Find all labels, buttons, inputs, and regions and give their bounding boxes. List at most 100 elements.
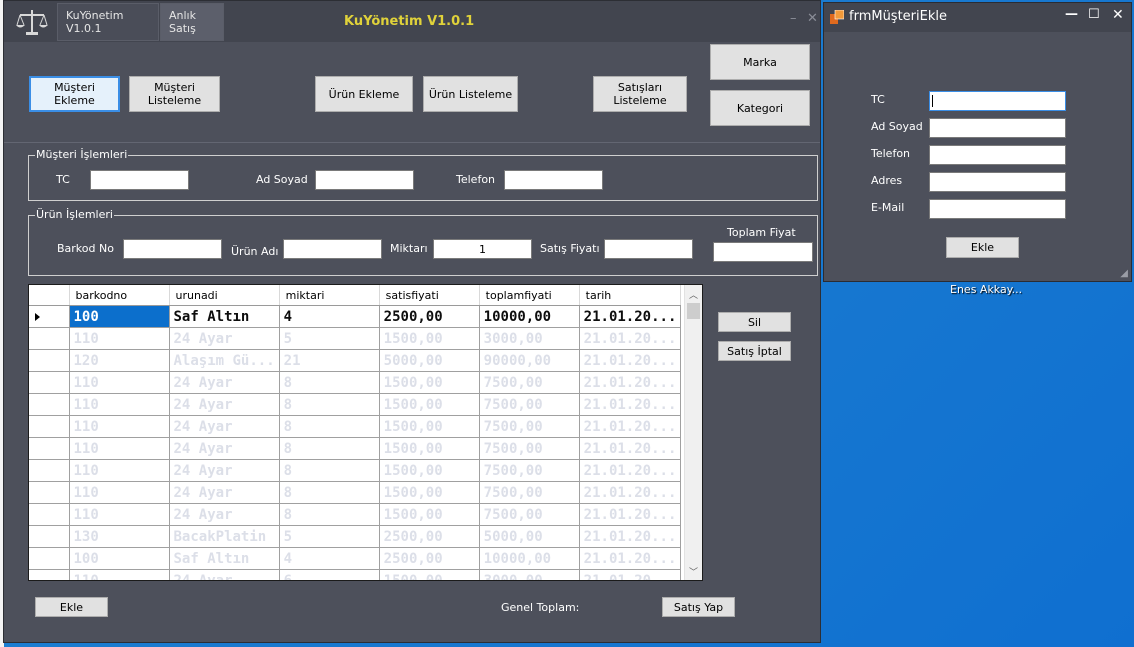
table-cell[interactable]: 24 Ayar bbox=[169, 437, 280, 460]
table-cell[interactable]: 6 bbox=[279, 569, 380, 580]
table-cell[interactable]: 1500,00 bbox=[379, 327, 480, 350]
side-email-input[interactable] bbox=[929, 199, 1066, 219]
table-cell[interactable]: 110 bbox=[69, 371, 170, 394]
tc-input[interactable] bbox=[90, 170, 189, 190]
satis-yap-button[interactable]: Satış Yap bbox=[662, 597, 735, 617]
table-row[interactable]: 100 Saf Altın 4 2500,00 10000,00 21.01.20... bbox=[29, 547, 682, 570]
table-cell[interactable]: 110 bbox=[69, 327, 170, 350]
table-cell[interactable]: 10000,00 bbox=[479, 305, 580, 328]
tab-anlik-satis[interactable]: Anlık Satış bbox=[160, 3, 224, 41]
close-icon[interactable]: ✕ bbox=[1112, 7, 1124, 23]
table-cell[interactable]: 7500,00 bbox=[479, 393, 580, 416]
table-cell[interactable]: 110 bbox=[69, 569, 170, 580]
telefon-input[interactable] bbox=[504, 170, 603, 190]
table-cell[interactable]: 8 bbox=[279, 393, 380, 416]
table-row[interactable]: 110 24 Ayar 8 1500,00 7500,00 21.01.20... bbox=[29, 481, 682, 504]
row-header[interactable] bbox=[29, 503, 70, 526]
scroll-down-icon[interactable]: ﹀ bbox=[689, 565, 698, 578]
table-cell[interactable]: 100 bbox=[69, 305, 170, 328]
table-cell[interactable]: Alaşım Gü... bbox=[169, 349, 280, 372]
table-cell[interactable]: 8 bbox=[279, 481, 380, 504]
table-row[interactable]: 120 Alaşım Gü... 21 5000,00 90000,00 21.01.20… bbox=[29, 349, 682, 372]
row-header[interactable] bbox=[29, 547, 70, 570]
table-cell[interactable]: 100 bbox=[69, 547, 170, 570]
table-cell[interactable]: 21.01.20... bbox=[579, 305, 682, 328]
table-cell[interactable]: 7500,00 bbox=[479, 371, 580, 394]
table-cell[interactable]: 24 Ayar bbox=[169, 393, 280, 416]
table-cell[interactable]: 8 bbox=[279, 437, 380, 460]
table-cell[interactable]: 1500,00 bbox=[379, 481, 480, 504]
side-ekle-button[interactable]: Ekle bbox=[946, 237, 1019, 258]
table-cell[interactable]: Saf Altın bbox=[169, 305, 280, 328]
musteri-ekleme-button[interactable]: Müşteri Ekleme bbox=[29, 76, 120, 112]
table-cell[interactable]: 1500,00 bbox=[379, 393, 480, 416]
table-cell[interactable]: BacakPlatin bbox=[169, 525, 280, 548]
table-cell[interactable]: 130 bbox=[69, 525, 170, 548]
table-cell[interactable]: 24 Ayar bbox=[169, 327, 280, 350]
table-cell[interactable]: 110 bbox=[69, 503, 170, 526]
table-row[interactable]: 110 24 Ayar 8 1500,00 7500,00 21.01.20... bbox=[29, 415, 682, 438]
table-cell[interactable]: 110 bbox=[69, 437, 170, 460]
row-header[interactable] bbox=[29, 525, 70, 548]
table-cell[interactable]: 21.01.20... bbox=[579, 371, 682, 394]
column-header[interactable]: barkodno bbox=[69, 285, 170, 306]
urun-adi-input[interactable] bbox=[283, 239, 382, 259]
table-cell[interactable]: 10000,00 bbox=[479, 547, 580, 570]
column-header[interactable]: satisfiyati bbox=[379, 285, 480, 306]
toplam-fiyat-input[interactable] bbox=[713, 242, 813, 262]
table-cell[interactable]: 21.01.20... bbox=[579, 459, 682, 482]
table-cell[interactable]: 21.01.20... bbox=[579, 437, 682, 460]
table-row[interactable]: 110 24 Ayar 8 1500,00 7500,00 21.01.20... bbox=[29, 503, 682, 526]
row-header[interactable] bbox=[29, 349, 70, 372]
table-cell[interactable]: 5000,00 bbox=[479, 525, 580, 548]
table-cell[interactable]: 1500,00 bbox=[379, 415, 480, 438]
side-ad-soyad-input[interactable] bbox=[929, 118, 1066, 138]
row-header[interactable] bbox=[29, 327, 70, 350]
sales-data-grid[interactable]: barkodno urunadi miktari satisfiyati top… bbox=[28, 284, 703, 581]
table-cell[interactable]: 8 bbox=[279, 459, 380, 482]
ekle-button[interactable]: Ekle bbox=[35, 597, 108, 617]
maximize-icon[interactable]: ☐ bbox=[1088, 7, 1100, 22]
side-adres-input[interactable] bbox=[929, 172, 1066, 192]
table-cell[interactable]: 2500,00 bbox=[379, 525, 480, 548]
table-cell[interactable]: 7500,00 bbox=[479, 503, 580, 526]
kategori-button[interactable]: Kategori bbox=[710, 90, 810, 126]
table-cell[interactable]: 4 bbox=[279, 547, 380, 570]
row-header[interactable] bbox=[29, 305, 70, 328]
table-cell[interactable]: 2500,00 bbox=[379, 547, 480, 570]
table-cell[interactable]: 7500,00 bbox=[479, 481, 580, 504]
desktop-icon-label[interactable]: Enes Akkay... bbox=[950, 283, 1022, 296]
satis-iptal-button[interactable]: Satış İptal bbox=[718, 341, 791, 361]
row-header[interactable] bbox=[29, 415, 70, 438]
table-cell[interactable]: 21.01.20... bbox=[579, 547, 682, 570]
table-cell[interactable]: 110 bbox=[69, 481, 170, 504]
table-cell[interactable]: 1500,00 bbox=[379, 459, 480, 482]
resize-grip-icon[interactable]: ◢ bbox=[1120, 268, 1128, 279]
ad-soyad-input[interactable] bbox=[315, 170, 414, 190]
miktar-input[interactable] bbox=[433, 239, 532, 259]
column-header[interactable]: toplamfiyati bbox=[479, 285, 580, 306]
table-cell[interactable]: 21.01.20... bbox=[579, 349, 682, 372]
row-header[interactable] bbox=[29, 437, 70, 460]
table-cell[interactable]: 4 bbox=[279, 305, 380, 328]
tab-kuyonetim[interactable]: KuYönetim V1.0.1 bbox=[57, 3, 159, 41]
table-cell[interactable]: 24 Ayar bbox=[169, 371, 280, 394]
table-cell[interactable]: 110 bbox=[69, 393, 170, 416]
minimize-icon[interactable]: — bbox=[1065, 7, 1078, 22]
table-cell[interactable]: 24 Ayar bbox=[169, 503, 280, 526]
row-header[interactable] bbox=[29, 371, 70, 394]
table-cell[interactable]: 3000,00 bbox=[479, 569, 580, 580]
table-cell[interactable]: 110 bbox=[69, 459, 170, 482]
table-row[interactable]: 110 24 Ayar 6 1500,00 3000,00 21.01.20... bbox=[29, 569, 682, 580]
table-row[interactable]: 130 BacakPlatin 5 2500,00 5000,00 21.01.20... bbox=[29, 525, 682, 548]
table-row[interactable]: 110 24 Ayar 8 1500,00 7500,00 21.01.20... bbox=[29, 371, 682, 394]
minimize-icon[interactable]: – bbox=[790, 11, 797, 26]
row-header[interactable] bbox=[29, 569, 70, 580]
side-tc-input[interactable] bbox=[929, 91, 1066, 111]
table-cell[interactable]: 24 Ayar bbox=[169, 481, 280, 504]
column-header[interactable]: urunadi bbox=[169, 285, 280, 306]
satislari-listeleme-button[interactable]: Satışları Listeleme bbox=[593, 76, 687, 112]
barkod-input[interactable] bbox=[123, 239, 222, 259]
scroll-up-icon[interactable]: ︿ bbox=[689, 288, 698, 301]
row-header[interactable] bbox=[29, 459, 70, 482]
